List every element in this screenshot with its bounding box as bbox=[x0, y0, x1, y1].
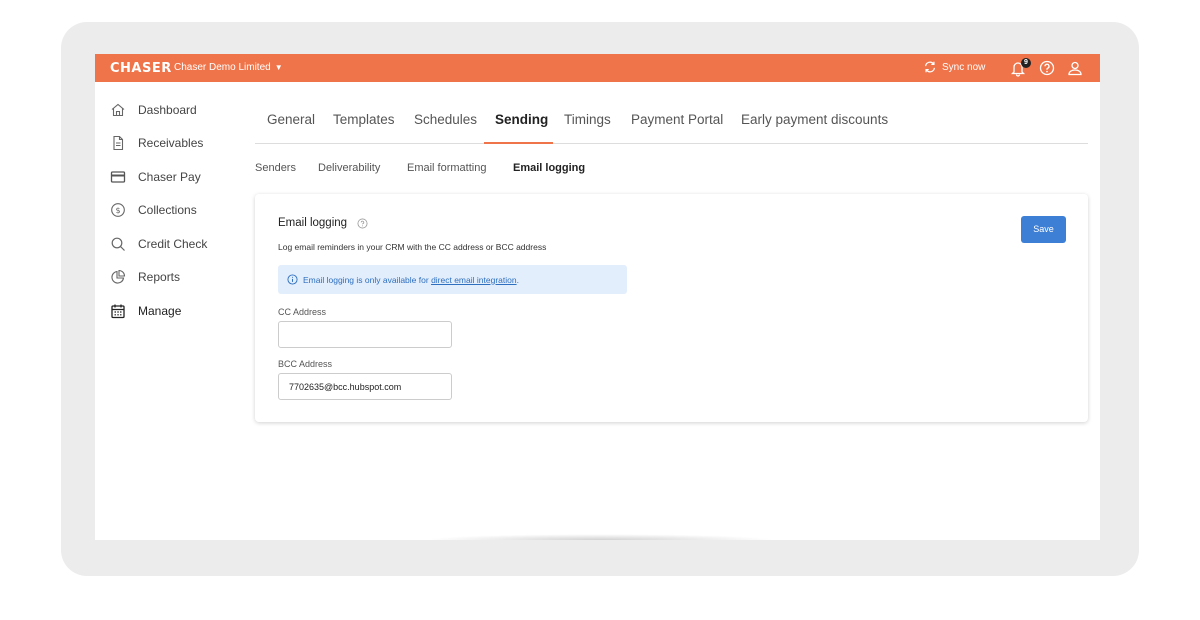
sidebar-item-manage[interactable]: Manage bbox=[110, 301, 181, 321]
sidebar-item-receivables[interactable]: Receivables bbox=[110, 133, 203, 153]
sync-now-button[interactable]: Sync now bbox=[923, 60, 985, 74]
subtab-email-formatting[interactable]: Email formatting bbox=[407, 162, 486, 174]
tab-early-payment-discounts[interactable]: Early payment discounts bbox=[741, 112, 888, 127]
sidebar-item-label: Reports bbox=[138, 270, 181, 284]
card-title: Email logging bbox=[278, 217, 348, 229]
active-tab-indicator bbox=[484, 142, 553, 144]
subtab-senders[interactable]: Senders bbox=[255, 162, 296, 174]
org-name: Chaser Demo Limited bbox=[174, 62, 271, 73]
sidebar-item-label: Credit Check bbox=[138, 237, 208, 251]
app-screen: CHASER Chaser Demo Limited ▼ Sync now 9 bbox=[95, 54, 1100, 540]
subtab-deliverability[interactable]: Deliverability bbox=[318, 162, 380, 174]
sync-icon bbox=[925, 61, 935, 73]
info-banner: Email logging is only available for dire… bbox=[278, 265, 627, 294]
search-icon bbox=[111, 237, 125, 251]
org-switcher[interactable]: Chaser Demo Limited ▼ bbox=[174, 62, 283, 73]
dollar-circle-icon: $ bbox=[111, 203, 125, 217]
info-message: Email logging is only available for bbox=[303, 274, 429, 285]
tab-sending[interactable]: Sending bbox=[495, 112, 548, 127]
tab-payment-portal[interactable]: Payment Portal bbox=[631, 112, 723, 127]
save-button[interactable]: Save bbox=[1021, 216, 1066, 243]
svg-text:$: $ bbox=[115, 206, 120, 215]
sidebar-item-reports[interactable]: Reports bbox=[110, 267, 180, 287]
sidebar-item-label: Receivables bbox=[138, 136, 204, 150]
card-header: Email logging bbox=[278, 217, 368, 229]
direct-email-integration-link[interactable]: direct email integration bbox=[431, 275, 517, 285]
help-circle-icon[interactable] bbox=[357, 218, 368, 229]
bcc-address-input[interactable] bbox=[278, 373, 452, 400]
tab-schedules[interactable]: Schedules bbox=[414, 112, 477, 127]
help-icon[interactable] bbox=[1038, 59, 1056, 77]
settings-tabs: General Templates Schedules Sending Timi… bbox=[255, 82, 1088, 144]
notification-badge: 9 bbox=[1021, 58, 1031, 68]
tab-timings[interactable]: Timings bbox=[564, 112, 611, 127]
calendar-icon bbox=[111, 304, 125, 319]
sidebar-item-label: Dashboard bbox=[138, 103, 197, 117]
info-icon bbox=[287, 274, 298, 285]
card-description: Log email reminders in your CRM with the… bbox=[278, 242, 547, 252]
tab-general[interactable]: General bbox=[267, 112, 315, 127]
credit-card-icon bbox=[110, 171, 126, 183]
sidebar-item-label: Collections bbox=[138, 203, 197, 217]
cc-address-input[interactable] bbox=[278, 321, 452, 348]
top-bar: CHASER Chaser Demo Limited ▼ Sync now 9 bbox=[95, 54, 1100, 82]
app-logo[interactable]: CHASER bbox=[110, 61, 172, 76]
sidebar-item-collections[interactable]: $ Collections bbox=[110, 200, 197, 220]
sidebar-item-dashboard[interactable]: Dashboard bbox=[110, 100, 197, 120]
home-icon bbox=[111, 103, 125, 117]
pie-chart-icon bbox=[111, 269, 126, 284]
user-icon[interactable] bbox=[1066, 59, 1084, 77]
email-logging-card: Email logging Log email reminders in you… bbox=[255, 194, 1088, 422]
sync-now-label: Sync now bbox=[942, 61, 986, 73]
bottom-shadow bbox=[425, 534, 775, 540]
info-text: Email logging is only available for dire… bbox=[303, 275, 519, 285]
sidebar-item-credit-check[interactable]: Credit Check bbox=[110, 234, 207, 254]
document-icon bbox=[113, 135, 124, 151]
sidebar-item-chaser-pay[interactable]: Chaser Pay bbox=[110, 167, 201, 187]
chevron-down-icon: ▼ bbox=[274, 63, 283, 72]
sidebar-item-label: Manage bbox=[138, 304, 182, 318]
bcc-address-label: BCC Address bbox=[278, 359, 333, 369]
subtab-email-logging[interactable]: Email logging bbox=[513, 162, 585, 174]
info-suffix: . bbox=[516, 274, 519, 285]
cc-address-label: CC Address bbox=[278, 307, 327, 317]
sidebar-item-label: Chaser Pay bbox=[138, 170, 201, 184]
tab-templates[interactable]: Templates bbox=[333, 112, 395, 127]
